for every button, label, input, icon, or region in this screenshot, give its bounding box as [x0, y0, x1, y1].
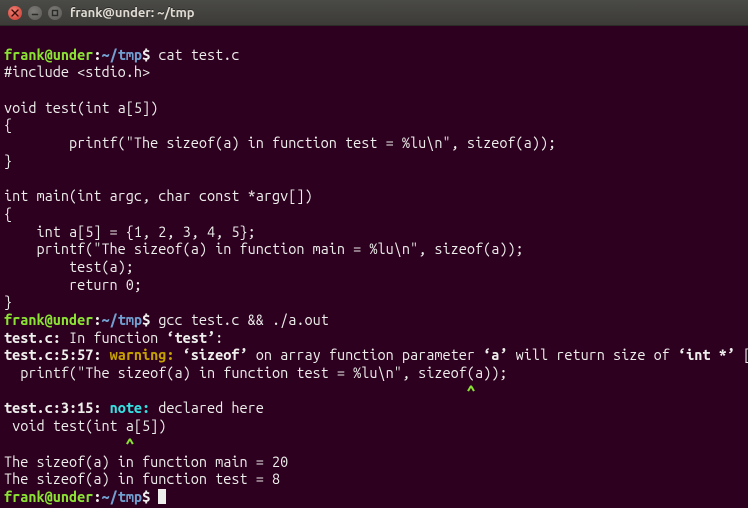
compile-note: test.c:3:15: note: declared here: [4, 399, 264, 416]
prompt-dollar: $: [142, 488, 158, 505]
prompt-dollar: $: [142, 311, 158, 328]
prompt-path: ~/tmp: [101, 488, 142, 505]
close-icon[interactable]: [8, 6, 22, 20]
source-line: {: [4, 205, 12, 222]
source-line: int a[5] = {1, 2, 3, 4, 5};: [4, 223, 256, 240]
cursor: [158, 489, 166, 504]
window-titlebar: frank@under: ~/tmp: [0, 0, 748, 26]
prompt-line: frank@under:~/tmp$ gcc test.c && ./a.out: [4, 311, 329, 328]
maximize-icon[interactable]: [48, 6, 62, 20]
prompt-path: ~/tmp: [101, 311, 142, 328]
program-output: The sizeof(a) in function test = 8: [4, 470, 280, 487]
source-line: printf("The sizeof(a) in function test =…: [4, 134, 556, 151]
terminal-body[interactable]: frank@under:~/tmp$ cat test.c #include <…: [0, 26, 748, 508]
minimize-icon[interactable]: [28, 6, 42, 20]
caret-indicator: ^: [4, 435, 134, 452]
compile-warning-code: printf("The sizeof(a) in function test =…: [4, 364, 507, 381]
source-line: printf("The sizeof(a) in function main =…: [4, 240, 524, 257]
prompt-user: frank@under: [4, 488, 93, 505]
program-output: The sizeof(a) in function main = 20: [4, 453, 288, 470]
command-gcc: gcc test.c && ./a.out: [158, 311, 329, 328]
window-controls: [8, 6, 62, 20]
source-line: }: [4, 293, 12, 310]
source-line: return 0;: [4, 276, 142, 293]
compile-warning: test.c:5:57: warning: ‘sizeof’ on array …: [4, 346, 748, 363]
prompt-user: frank@under: [4, 46, 93, 63]
prompt-user: frank@under: [4, 311, 93, 328]
source-line: {: [4, 116, 12, 133]
caret-indicator: ^: [4, 382, 475, 399]
command-cat: cat test.c: [158, 46, 239, 63]
source-line: test(a);: [4, 258, 134, 275]
prompt-line: frank@under:~/tmp$: [4, 488, 166, 505]
compile-in-function: test.c: In function ‘test’:: [4, 329, 223, 346]
prompt-path: ~/tmp: [101, 46, 142, 63]
compile-note-code: void test(int a[5]): [4, 417, 166, 434]
prompt-dollar: $: [142, 46, 158, 63]
window-title: frank@under: ~/tmp: [70, 6, 195, 20]
source-line: void test(int a[5]): [4, 99, 158, 116]
prompt-line: frank@under:~/tmp$ cat test.c: [4, 46, 240, 63]
source-line: }: [4, 152, 12, 169]
source-line: int main(int argc, char const *argv[]): [4, 187, 313, 204]
source-line: #include <stdio.h>: [4, 63, 150, 80]
